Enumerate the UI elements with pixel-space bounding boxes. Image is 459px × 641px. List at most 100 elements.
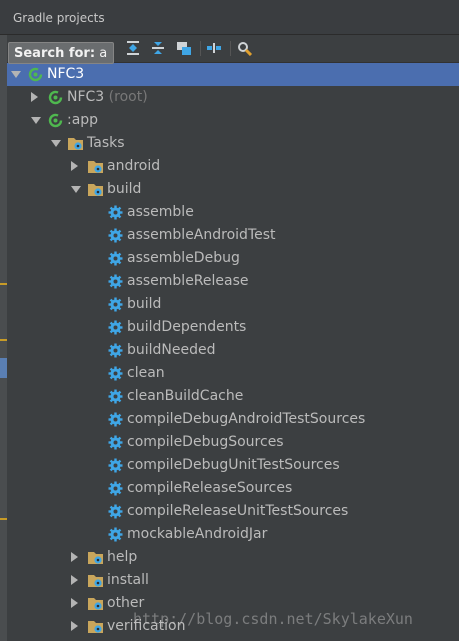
expand-arrow-icon[interactable]	[71, 598, 78, 608]
tree-node-label: compileDebugAndroidTestSources	[127, 411, 365, 428]
tree-node-task[interactable]: assembleAndroidTest	[7, 224, 459, 247]
node-name: Tasks	[87, 135, 125, 151]
tree-node-label: Tasks	[87, 135, 125, 152]
node-name: assemble	[127, 204, 194, 220]
tree-node-label: assembleDebug	[127, 250, 240, 267]
tree-node-label: other	[107, 595, 144, 612]
node-name: buildDependents	[127, 319, 247, 335]
node-name: other	[107, 595, 145, 611]
gradle-settings-icon[interactable]	[237, 40, 253, 56]
expand-arrow-icon[interactable]	[71, 621, 78, 631]
gradle-module-icon	[27, 66, 44, 83]
tree-node-task-group[interactable]: build	[7, 178, 459, 201]
gradle-module-icon	[47, 112, 64, 129]
tree-node-module[interactable]: NFC3 (root)	[7, 86, 459, 109]
node-name: compileReleaseSources	[127, 480, 293, 496]
tree-node-task[interactable]: buildDependents	[7, 316, 459, 339]
tree-node-label: assembleAndroidTest	[127, 227, 276, 244]
tree-node-label: compileDebugUnitTestSources	[127, 457, 340, 474]
tree-node-task[interactable]: assemble	[7, 201, 459, 224]
search-query: a	[99, 46, 108, 61]
expand-arrow-icon[interactable]	[71, 161, 78, 171]
tree-node-label: build	[127, 296, 161, 313]
node-name: install	[107, 572, 149, 588]
node-name: android	[107, 158, 161, 174]
node-name: verification	[107, 618, 186, 634]
collapse-arrow-icon[interactable]	[11, 71, 21, 78]
tree-node-task[interactable]: mockableAndroidJar	[7, 523, 459, 546]
gutter-marker	[0, 358, 7, 378]
node-name: help	[107, 549, 138, 565]
tree-node-module[interactable]: :app	[7, 109, 459, 132]
tree-node-label: mockableAndroidJar	[127, 526, 267, 543]
node-name: compileDebugUnitTestSources	[127, 457, 340, 473]
tree-node-label: verification	[107, 618, 185, 635]
tree-node-label: NFC3	[47, 66, 84, 83]
gradle-task-gear-icon	[107, 411, 124, 428]
tree-node-task-group[interactable]: verification	[7, 615, 459, 638]
task-group-folder-icon	[87, 618, 104, 635]
tree-node-task[interactable]: build	[7, 293, 459, 316]
gutter-marker	[0, 339, 7, 341]
node-name: build	[107, 181, 142, 197]
collapse-all-icon[interactable]	[150, 40, 166, 56]
tree-node-task-group[interactable]: help	[7, 546, 459, 569]
tree-node-task[interactable]: buildNeeded	[7, 339, 459, 362]
speed-search-popup[interactable]: Search for: a	[8, 42, 115, 64]
offline-mode-icon[interactable]	[206, 40, 222, 56]
collapse-arrow-icon[interactable]	[51, 140, 61, 147]
collapse-arrow-icon[interactable]	[31, 117, 41, 124]
node-name: cleanBuildCache	[127, 388, 244, 404]
gradle-task-gear-icon	[107, 342, 124, 359]
tree-node-label: buildDependents	[127, 319, 246, 336]
tree-node-label: help	[107, 549, 137, 566]
tree-node-label: assembleRelease	[127, 273, 249, 290]
group-modules-icon[interactable]	[176, 40, 192, 56]
tree-node-label: NFC3 (root)	[67, 89, 148, 106]
tree-node-task[interactable]: compileDebugAndroidTestSources	[7, 408, 459, 431]
node-name: compileDebugAndroidTestSources	[127, 411, 366, 427]
tree-node-task[interactable]: assembleRelease	[7, 270, 459, 293]
expand-all-icon[interactable]	[125, 40, 141, 56]
gradle-task-gear-icon	[107, 434, 124, 451]
gutter-marker	[0, 283, 7, 285]
node-name: assembleRelease	[127, 273, 249, 289]
node-name: mockableAndroidJar	[127, 526, 268, 542]
node-name: assembleDebug	[127, 250, 240, 266]
editor-gutter-edge	[0, 35, 7, 641]
expand-arrow-icon[interactable]	[71, 552, 78, 562]
tree-node-tasks[interactable]: Tasks	[7, 132, 459, 155]
gradle-task-gear-icon	[107, 480, 124, 497]
gradle-task-gear-icon	[107, 204, 124, 221]
tree-node-task-group[interactable]: install	[7, 569, 459, 592]
expand-arrow-icon[interactable]	[31, 92, 38, 102]
expand-arrow-icon[interactable]	[71, 575, 78, 585]
task-group-folder-icon	[87, 572, 104, 589]
tree-node-label: clean	[127, 365, 165, 382]
tree-node-task[interactable]: compileReleaseSources	[7, 477, 459, 500]
collapse-arrow-icon[interactable]	[71, 186, 81, 193]
gradle-task-gear-icon	[107, 250, 124, 267]
gradle-task-gear-icon	[107, 273, 124, 290]
tool-window-title: Gradle projects	[13, 11, 105, 25]
tree-node-task[interactable]: compileDebugSources	[7, 431, 459, 454]
tree-node-task[interactable]: cleanBuildCache	[7, 385, 459, 408]
node-name: compileReleaseUnitTestSources	[127, 503, 349, 519]
node-name: NFC3	[67, 89, 105, 105]
tree-node-task[interactable]: compileReleaseUnitTestSources	[7, 500, 459, 523]
toolbar-separator	[230, 41, 231, 56]
tree-node-task-group[interactable]: android	[7, 155, 459, 178]
node-name: NFC3	[47, 66, 85, 82]
search-prefix: Search for:	[14, 46, 96, 61]
tree-node-label: install	[107, 572, 149, 589]
tree-node-task[interactable]: clean	[7, 362, 459, 385]
task-group-folder-icon	[87, 595, 104, 612]
gradle-task-gear-icon	[107, 388, 124, 405]
toolbar-separator	[200, 41, 201, 56]
task-group-folder-icon	[87, 158, 104, 175]
tree-node-root[interactable]: NFC3	[7, 63, 459, 86]
tree-node-task[interactable]: compileDebugUnitTestSources	[7, 454, 459, 477]
node-name: assembleAndroidTest	[127, 227, 276, 243]
tree-node-task-group[interactable]: other	[7, 592, 459, 615]
tree-node-task[interactable]: assembleDebug	[7, 247, 459, 270]
